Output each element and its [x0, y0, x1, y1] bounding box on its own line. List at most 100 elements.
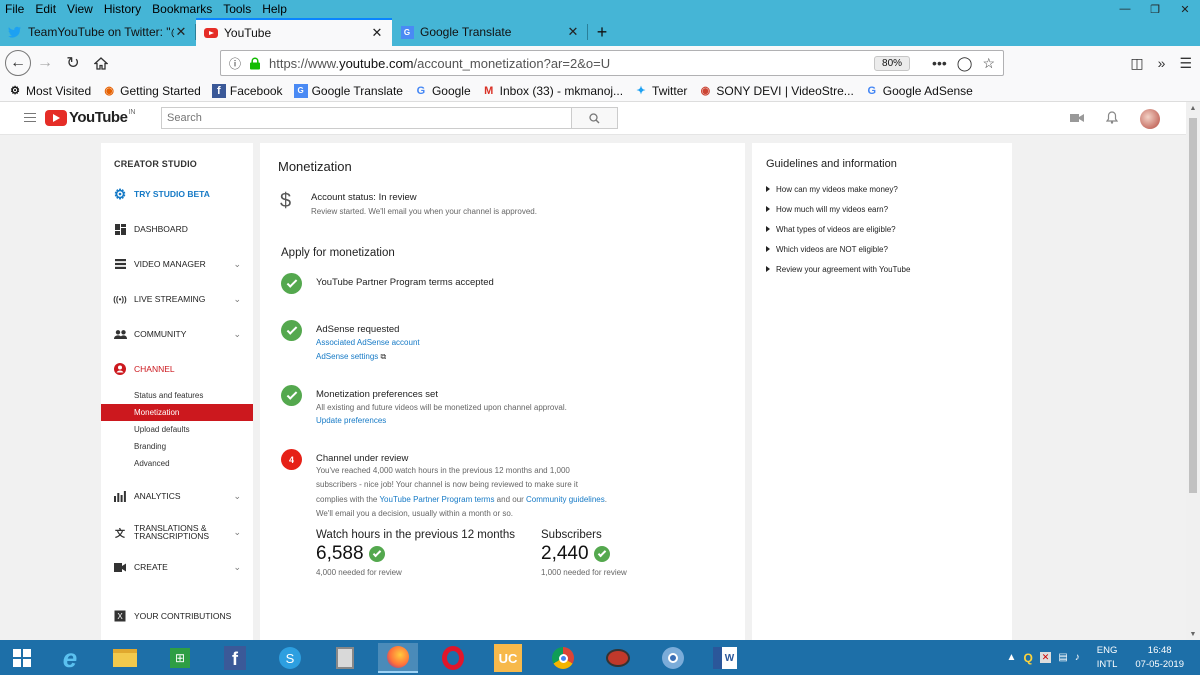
tab-close-icon[interactable]: ✕	[174, 24, 188, 40]
update-preferences-link[interactable]: Update preferences	[316, 416, 386, 425]
associated-adsense-link[interactable]: Associated AdSense account	[316, 338, 420, 347]
scrollbar-thumb[interactable]	[1189, 118, 1197, 493]
community-guidelines-link[interactable]: Community guidelines	[526, 495, 605, 504]
bookmark-gmail[interactable]: M Inbox (33) - mkmanoj...	[482, 84, 623, 98]
facebook-app-icon[interactable]: f	[215, 643, 255, 673]
guideline-link[interactable]: How can my videos make money?	[766, 185, 898, 194]
sidebar-sub-branding[interactable]: Branding	[101, 438, 253, 455]
adsense-settings-link[interactable]: AdSense settings ⧉	[316, 352, 386, 362]
bookmark-google-translate[interactable]: G Google Translate	[293, 83, 403, 98]
menu-file[interactable]: File	[0, 2, 30, 16]
tab-close-icon[interactable]: ✕	[370, 25, 384, 41]
guide-menu-icon[interactable]	[24, 113, 36, 125]
shazam-icon[interactable]: S	[270, 643, 310, 673]
menu-view[interactable]: View	[62, 2, 99, 16]
sidebar-item-translations[interactable]: 文 TRANSLATIONS & TRANSCRIPTIONS ⌄	[101, 521, 253, 543]
menu-edit[interactable]: Edit	[30, 2, 62, 16]
new-tab-button[interactable]: +	[588, 18, 616, 46]
notifications-bell-icon[interactable]	[1105, 111, 1119, 127]
chevron-down-icon[interactable]: ⌄	[233, 259, 241, 270]
guideline-link[interactable]: What types of videos are eligible?	[766, 225, 896, 234]
clock[interactable]: 16:48 07-05-2019	[1135, 644, 1184, 672]
home-button[interactable]	[87, 49, 115, 77]
page-scrollbar[interactable]: ▲ ▼	[1186, 102, 1200, 640]
sidebar-item-try-studio-beta[interactable]: ⚙ TRY STUDIO BETA	[101, 184, 253, 204]
url-text[interactable]: https://www.youtube.com/account_monetiza…	[269, 56, 874, 71]
sidebar-sub-upload-defaults[interactable]: Upload defaults	[101, 421, 253, 438]
search-button[interactable]	[571, 108, 617, 128]
sidebar-sub-monetization[interactable]: Monetization	[101, 404, 253, 421]
search-input[interactable]	[162, 108, 571, 128]
guideline-link[interactable]: How much will my videos earn?	[766, 205, 888, 214]
sidebar-item-live-streaming[interactable]: ((•)) LIVE STREAMING ⌄	[101, 289, 253, 309]
restore-icon[interactable]: ❐	[1140, 0, 1170, 18]
tab-youtube[interactable]: YouTube ✕	[196, 18, 392, 46]
sidebar-item-community[interactable]: COMMUNITY ⌄	[101, 324, 253, 344]
guideline-link[interactable]: Review your agreement with YouTube	[766, 265, 910, 274]
hamburger-menu-icon[interactable]: ☰	[1179, 55, 1192, 72]
chevron-down-icon[interactable]: ⌄	[233, 294, 241, 305]
chevron-down-icon[interactable]: ⌄	[233, 329, 241, 340]
calculator-icon[interactable]	[325, 643, 365, 673]
network-icon[interactable]: ▤	[1058, 652, 1067, 663]
pocket-icon[interactable]: ◯	[957, 55, 973, 72]
menu-help[interactable]: Help	[257, 2, 293, 16]
q-app-icon[interactable]: Q	[1023, 651, 1032, 665]
lock-icon[interactable]	[249, 57, 263, 70]
upload-camera-icon[interactable]	[1070, 112, 1084, 126]
show-hidden-icons-icon[interactable]: ▲	[1007, 652, 1017, 663]
bookmark-google-adsense[interactable]: G Google AdSense	[865, 84, 973, 98]
close-window-icon[interactable]: ✕	[1170, 0, 1200, 18]
tab-close-icon[interactable]: ✕	[566, 24, 580, 40]
back-button[interactable]: ←	[5, 50, 31, 76]
chevron-down-icon[interactable]: ⌄	[233, 491, 241, 502]
sidebar-item-video-manager[interactable]: VIDEO MANAGER ⌄	[101, 254, 253, 274]
internet-explorer-icon[interactable]: e	[50, 643, 90, 673]
bookmark-getting-started[interactable]: ◉ Getting Started	[102, 84, 201, 98]
sidebar-item-analytics[interactable]: ANALYTICS ⌄	[101, 486, 253, 506]
bookmark-facebook[interactable]: f Facebook	[211, 83, 283, 98]
volume-icon[interactable]: ♪	[1075, 652, 1080, 663]
store-icon[interactable]: ⊞	[160, 643, 200, 673]
scroll-up-icon[interactable]: ▲	[1186, 105, 1200, 112]
start-button[interactable]	[2, 643, 42, 673]
sidebar-item-your-contributions[interactable]: X YOUR CONTRIBUTIONS	[101, 606, 253, 626]
account-avatar[interactable]	[1140, 109, 1160, 129]
media-player-icon[interactable]	[598, 643, 638, 673]
bookmark-twitter[interactable]: ✦ Twitter	[634, 84, 687, 98]
bookmark-sony-devi[interactable]: ◉ SONY DEVI | VideoStre...	[698, 84, 854, 98]
firefox-taskbar-icon[interactable]	[378, 643, 418, 673]
input-language-indicator[interactable]: ENG INTL	[1097, 644, 1118, 672]
tab-twitter[interactable]: TeamYouTube on Twitter: "@S ✕	[0, 18, 196, 46]
sidebar-item-create[interactable]: CREATE ⌄	[101, 557, 253, 577]
address-bar[interactable]: ⓘ https://www.youtube.com/account_moneti…	[220, 50, 1004, 76]
bookmark-star-icon[interactable]: ☆	[982, 55, 995, 72]
chromium-icon[interactable]	[653, 643, 693, 673]
bookmark-most-visited[interactable]: ⚙ Most Visited	[8, 84, 91, 98]
menu-bookmarks[interactable]: Bookmarks	[147, 2, 218, 16]
chevron-down-icon[interactable]: ⌄	[233, 527, 241, 538]
overflow-chevron-icon[interactable]: »	[1158, 55, 1166, 71]
ypp-terms-link[interactable]: YouTube Partner Program terms	[379, 495, 494, 504]
tab-google-translate[interactable]: G Google Translate ✕	[392, 18, 588, 46]
opera-icon[interactable]	[433, 643, 473, 673]
sidebar-item-channel[interactable]: CHANNEL	[101, 359, 253, 379]
tray-app-icon[interactable]: ✕	[1039, 652, 1052, 663]
uc-browser-icon[interactable]: UC	[488, 643, 528, 673]
sidebar-sub-status-and-features[interactable]: Status and features	[101, 387, 253, 404]
zoom-level-button[interactable]: 80%	[874, 55, 911, 71]
sidebar-sub-advanced[interactable]: Advanced	[101, 455, 253, 472]
info-icon[interactable]: ⓘ	[229, 55, 245, 72]
scroll-down-icon[interactable]: ▼	[1186, 631, 1200, 638]
menu-history[interactable]: History	[99, 2, 147, 16]
sidebar-toggle-icon[interactable]: ◫	[1130, 55, 1143, 72]
file-explorer-icon[interactable]	[105, 643, 145, 673]
forward-button[interactable]: →	[31, 49, 59, 77]
youtube-logo[interactable]: YouTube IN	[45, 109, 135, 126]
page-actions-icon[interactable]: •••	[932, 55, 947, 72]
chevron-down-icon[interactable]: ⌄	[233, 562, 241, 573]
guideline-link[interactable]: Which videos are NOT eligible?	[766, 245, 888, 254]
sidebar-item-dashboard[interactable]: DASHBOARD	[101, 219, 253, 239]
minimize-icon[interactable]: —	[1110, 0, 1140, 18]
bookmark-google[interactable]: G Google	[414, 84, 471, 98]
